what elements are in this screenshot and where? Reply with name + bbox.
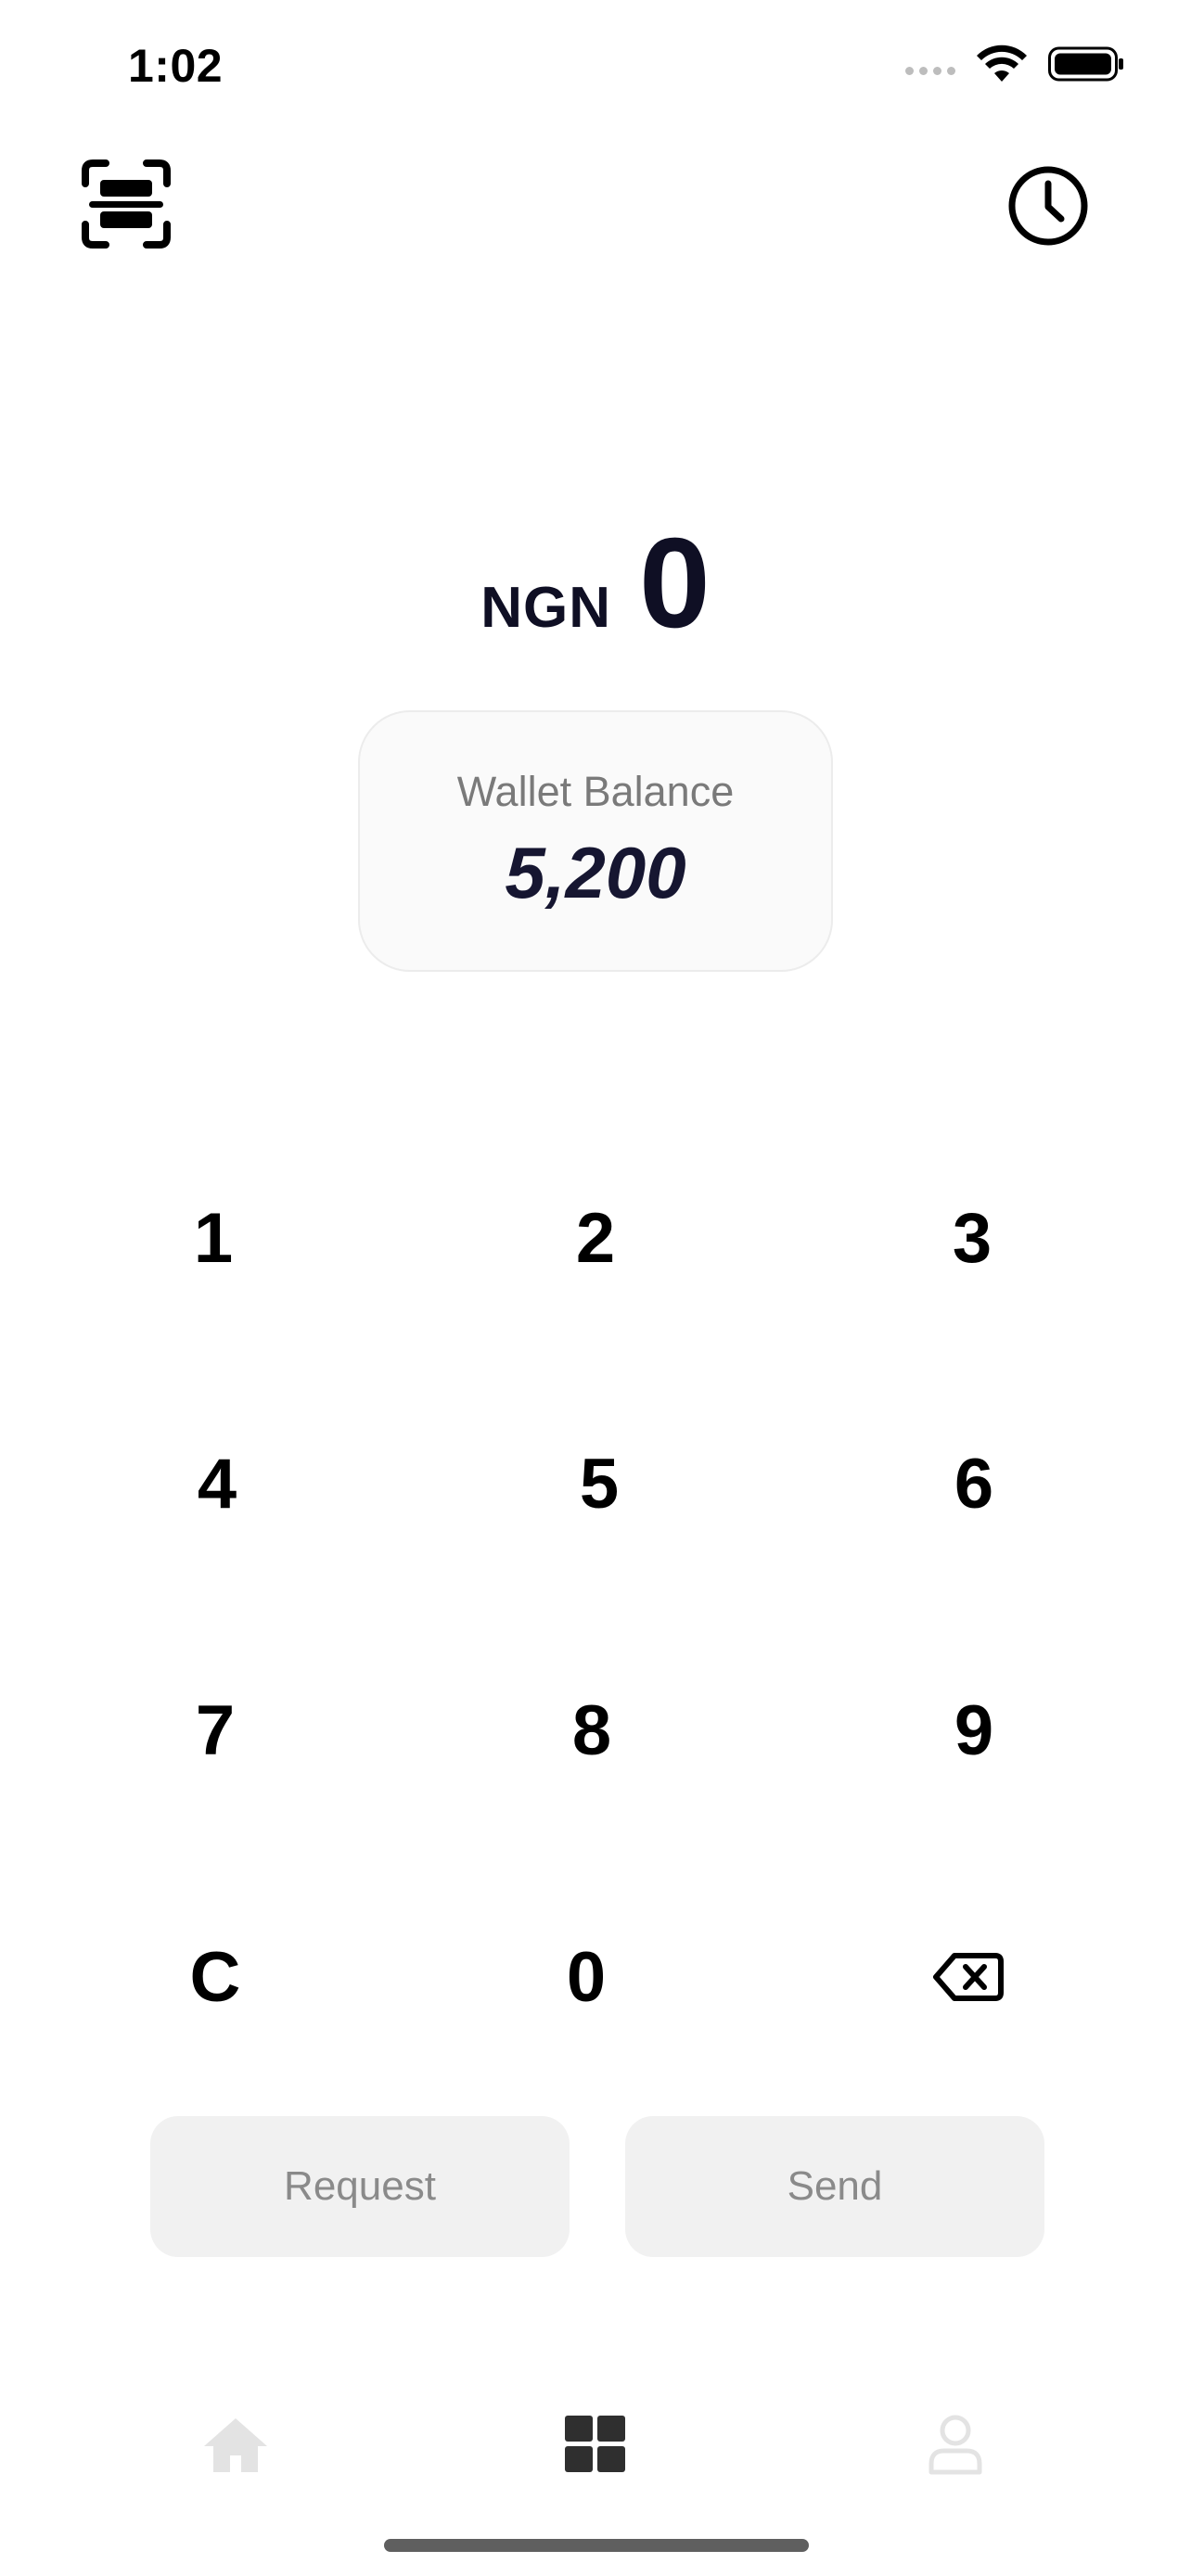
home-icon xyxy=(204,2418,267,2472)
signal-icon xyxy=(905,66,955,75)
key-0[interactable]: 0 xyxy=(493,1903,679,2051)
key-2[interactable]: 2 xyxy=(503,1164,688,1312)
key-clear[interactable]: C xyxy=(122,1903,308,2051)
status-time: 1:02 xyxy=(128,40,224,92)
key-4[interactable]: 4 xyxy=(124,1409,310,1558)
send-button[interactable]: Send xyxy=(625,2116,1044,2257)
tab-home[interactable] xyxy=(198,2407,273,2481)
wallet-balance-value: 5,200 xyxy=(505,832,686,913)
wallet-balance-card: Wallet Balance 5,200 xyxy=(358,710,833,972)
battery-icon xyxy=(1048,46,1123,82)
backspace-icon xyxy=(933,1953,1004,2001)
profile-icon xyxy=(928,2415,982,2475)
wallet-balance-label: Wallet Balance xyxy=(456,768,735,815)
key-7[interactable]: 7 xyxy=(122,1656,308,1804)
request-button[interactable]: Request xyxy=(150,2116,570,2257)
key-5[interactable]: 5 xyxy=(506,1409,692,1558)
currency-code: NGN xyxy=(480,576,612,640)
amount-value: 0 xyxy=(639,512,711,655)
scan-icon[interactable] xyxy=(80,158,173,250)
amount-display: NGN 0 xyxy=(0,519,1191,647)
tab-profile[interactable] xyxy=(918,2407,992,2481)
backspace-button[interactable] xyxy=(876,1903,1061,2051)
key-1[interactable]: 1 xyxy=(121,1164,306,1312)
key-3[interactable]: 3 xyxy=(879,1164,1065,1312)
key-6[interactable]: 6 xyxy=(881,1409,1067,1558)
history-icon[interactable] xyxy=(1005,163,1098,256)
key-9[interactable]: 9 xyxy=(881,1656,1067,1804)
grid-icon xyxy=(565,2416,625,2472)
key-8[interactable]: 8 xyxy=(499,1656,685,1804)
home-indicator[interactable] xyxy=(384,2539,809,2552)
status-icons xyxy=(905,45,1124,83)
tab-bar xyxy=(0,2407,1191,2481)
tab-dashboard[interactable] xyxy=(558,2407,633,2481)
wifi-icon xyxy=(977,45,1027,82)
